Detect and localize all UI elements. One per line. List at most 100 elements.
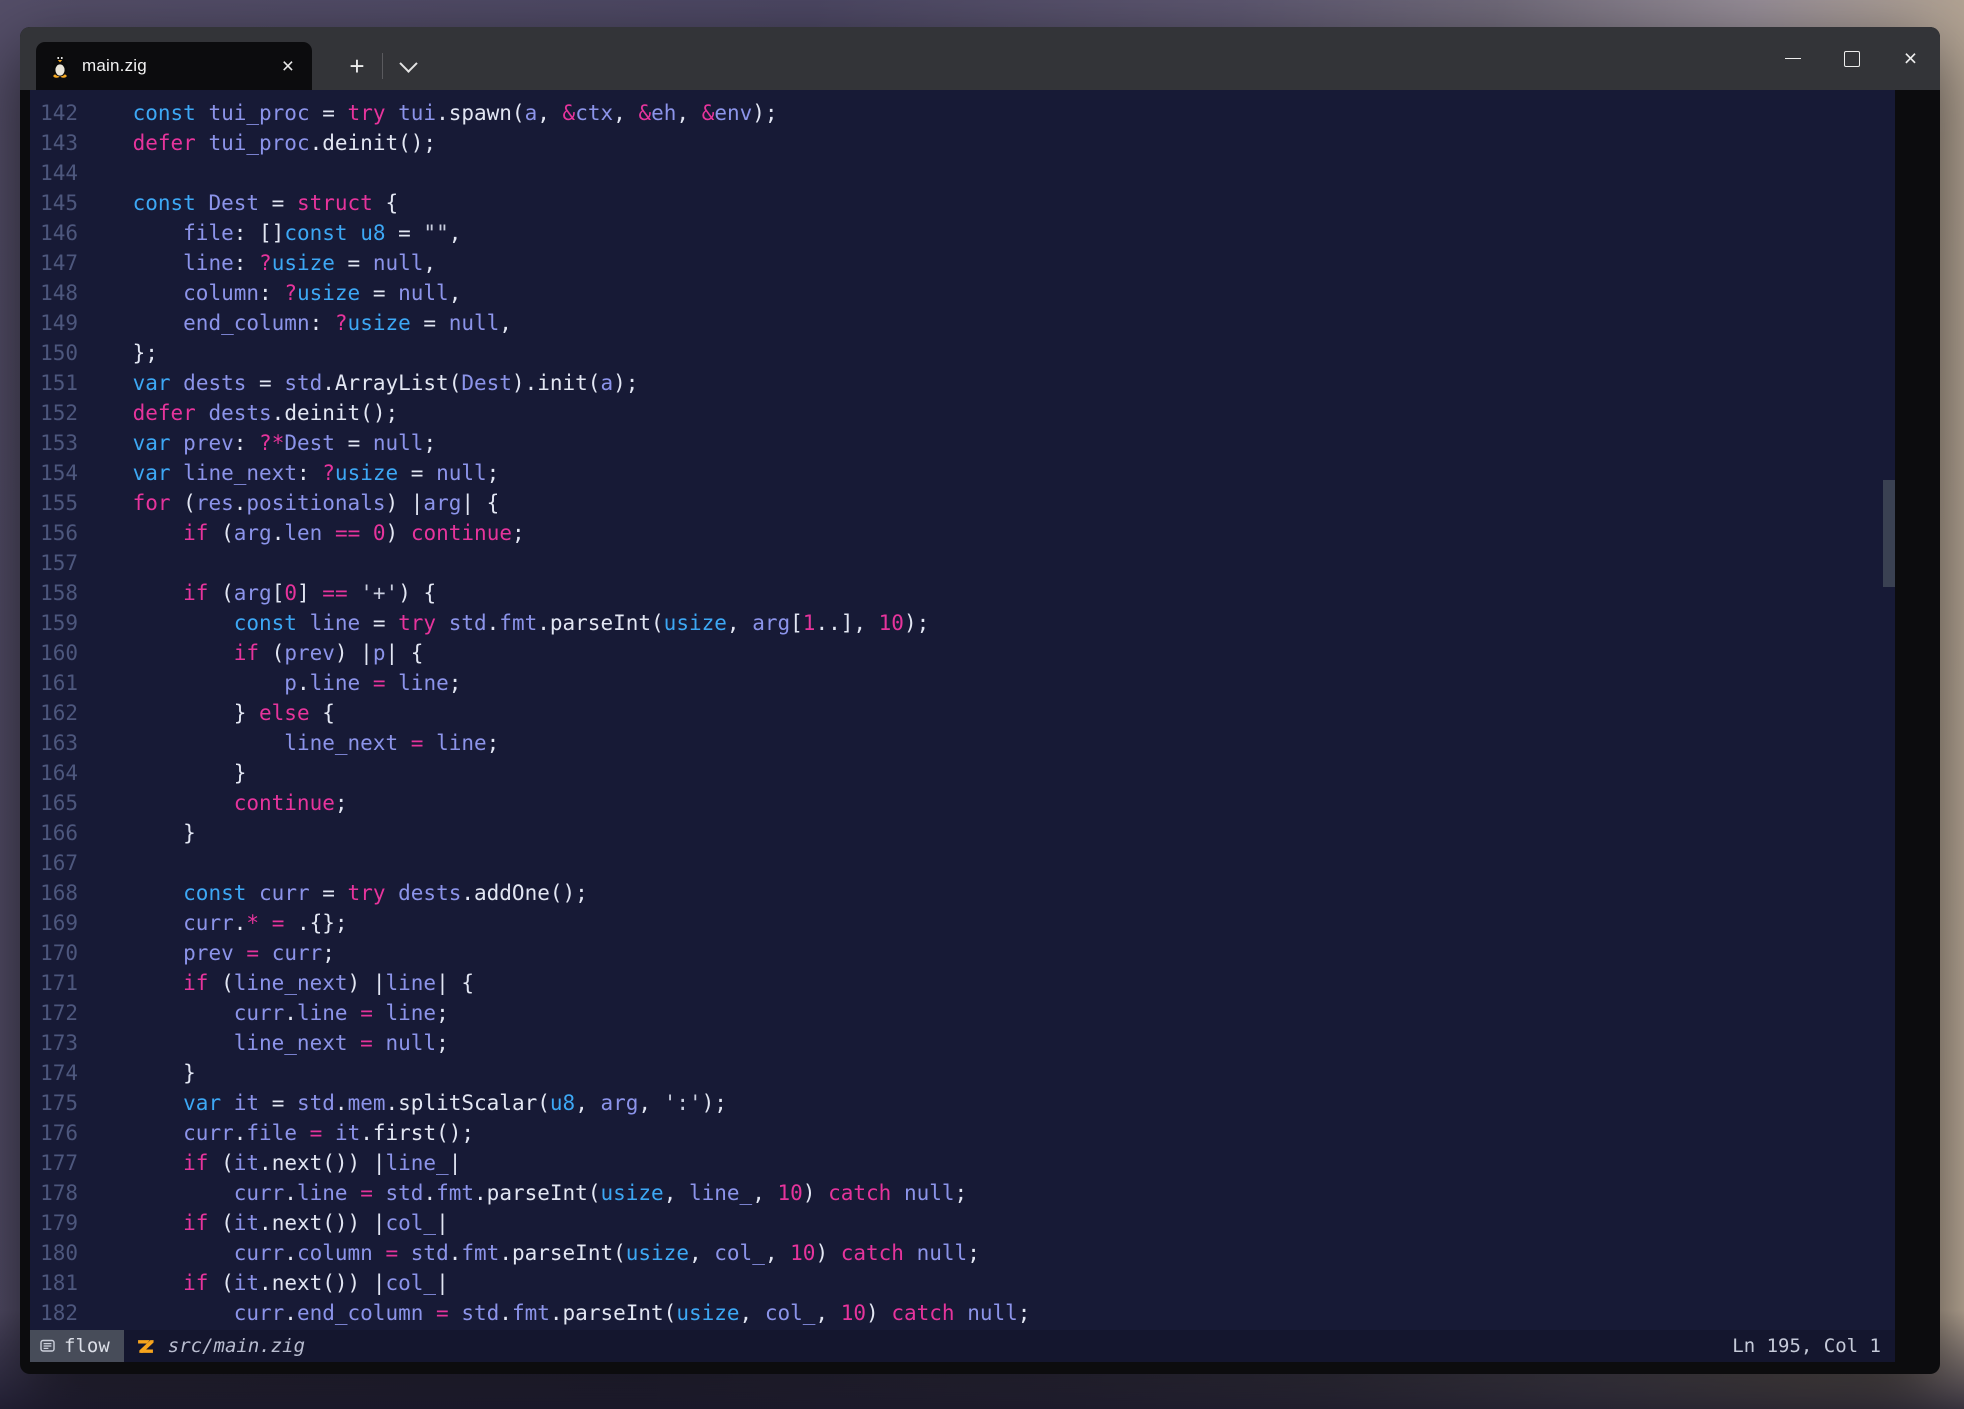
status-bar: flow src/main.zig Ln 195, Col 1 <box>30 1330 1895 1362</box>
code-line: 157 <box>30 548 1895 578</box>
code-line: 143 defer tui_proc.deinit(); <box>30 128 1895 158</box>
code-line: 167 <box>30 848 1895 878</box>
code-text: line_next = null; <box>82 1028 449 1058</box>
code-line: 146 file: []const u8 = "", <box>30 218 1895 248</box>
line-number: 147 <box>30 248 78 278</box>
line-number: 182 <box>30 1298 78 1328</box>
code-text: const tui_proc = try tui.spawn(a, &ctx, … <box>82 98 778 128</box>
line-number: 144 <box>30 158 78 188</box>
code-text: }; <box>82 338 158 368</box>
line-number: 148 <box>30 278 78 308</box>
tab-main-zig[interactable]: main.zig × <box>36 42 312 90</box>
code-text: defer tui_proc.deinit(); <box>82 128 436 158</box>
code-line: 148 column: ?usize = null, <box>30 278 1895 308</box>
tab-title: main.zig <box>82 56 278 76</box>
tux-icon <box>50 54 70 78</box>
line-number: 173 <box>30 1028 78 1058</box>
line-number: 175 <box>30 1088 78 1118</box>
code-line: 169 curr.* = .{}; <box>30 908 1895 938</box>
code-line: 179 if (it.next()) |col_| <box>30 1208 1895 1238</box>
tab-dropdown-button[interactable] <box>390 48 426 84</box>
code-area[interactable]: 142 const tui_proc = try tui.spawn(a, &c… <box>30 98 1895 1328</box>
line-number: 171 <box>30 968 78 998</box>
code-text: } else { <box>82 698 335 728</box>
code-text: line: ?usize = null, <box>82 248 436 278</box>
code-text: if (it.next()) |col_| <box>82 1208 449 1238</box>
code-text: if (arg.len == 0) continue; <box>82 518 525 548</box>
code-line: 150 }; <box>30 338 1895 368</box>
code-text: defer dests.deinit(); <box>82 398 398 428</box>
minimize-icon <box>1785 58 1801 59</box>
new-tab-button[interactable]: + <box>336 48 378 84</box>
code-text: if (prev) |p| { <box>82 638 423 668</box>
code-text: curr.* = .{}; <box>82 908 348 938</box>
line-number: 158 <box>30 578 78 608</box>
code-line: 181 if (it.next()) |col_| <box>30 1268 1895 1298</box>
code-line: 160 if (prev) |p| { <box>30 638 1895 668</box>
close-icon: × <box>1904 47 1917 70</box>
line-number: 167 <box>30 848 78 878</box>
line-number: 160 <box>30 638 78 668</box>
file-path: src/main.zig <box>168 1335 305 1357</box>
terminal-window: main.zig × + × 142 const tui_proc = try … <box>20 27 1940 1374</box>
code-text: continue; <box>82 788 348 818</box>
scrollbar-thumb[interactable] <box>1883 480 1895 587</box>
code-text: } <box>82 758 246 788</box>
code-line: 158 if (arg[0] == '+') { <box>30 578 1895 608</box>
chevron-down-icon <box>399 54 417 72</box>
tab-close-icon[interactable]: × <box>278 56 298 77</box>
code-text: prev = curr; <box>82 938 335 968</box>
maximize-button[interactable] <box>1822 27 1881 90</box>
close-button[interactable]: × <box>1881 27 1940 90</box>
code-text: column: ?usize = null, <box>82 278 461 308</box>
code-text: curr.line = std.fmt.parseInt(usize, line… <box>82 1178 967 1208</box>
line-number: 180 <box>30 1238 78 1268</box>
code-editor[interactable]: 142 const tui_proc = try tui.spawn(a, &c… <box>30 90 1895 1330</box>
code-line: 161 p.line = line; <box>30 668 1895 698</box>
code-line: 159 const line = try std.fmt.parseInt(us… <box>30 608 1895 638</box>
line-number: 159 <box>30 608 78 638</box>
code-text: const line = try std.fmt.parseInt(usize,… <box>82 608 929 638</box>
code-text: if (line_next) |line| { <box>82 968 474 998</box>
flow-app-badge[interactable]: flow <box>30 1330 124 1362</box>
code-text: if (it.next()) |line_| <box>82 1148 461 1178</box>
code-line: 152 defer dests.deinit(); <box>30 398 1895 428</box>
code-text: if (it.next()) |col_| <box>82 1268 449 1298</box>
line-number: 149 <box>30 308 78 338</box>
line-number: 155 <box>30 488 78 518</box>
code-line: 170 prev = curr; <box>30 938 1895 968</box>
line-number: 150 <box>30 338 78 368</box>
code-text: line_next = line; <box>82 728 499 758</box>
code-line: 142 const tui_proc = try tui.spawn(a, &c… <box>30 98 1895 128</box>
code-text: var line_next: ?usize = null; <box>82 458 499 488</box>
code-text: var dests = std.ArrayList(Dest).init(a); <box>82 368 638 398</box>
line-number: 169 <box>30 908 78 938</box>
code-text: end_column: ?usize = null, <box>82 308 512 338</box>
line-number: 172 <box>30 998 78 1028</box>
code-line: 165 continue; <box>30 788 1895 818</box>
title-bar[interactable]: main.zig × + × <box>20 27 1940 90</box>
code-text: } <box>82 1058 196 1088</box>
code-text: p.line = line; <box>82 668 461 698</box>
line-number: 164 <box>30 758 78 788</box>
line-number: 142 <box>30 98 78 128</box>
code-line: 178 curr.line = std.fmt.parseInt(usize, … <box>30 1178 1895 1208</box>
code-line: 168 const curr = try dests.addOne(); <box>30 878 1895 908</box>
minimize-button[interactable] <box>1763 27 1822 90</box>
code-line: 174 } <box>30 1058 1895 1088</box>
code-line: 173 line_next = null; <box>30 1028 1895 1058</box>
code-text: for (res.positionals) |arg| { <box>82 488 499 518</box>
code-line: 156 if (arg.len == 0) continue; <box>30 518 1895 548</box>
code-line: 163 line_next = line; <box>30 728 1895 758</box>
code-line: 171 if (line_next) |line| { <box>30 968 1895 998</box>
line-number: 152 <box>30 398 78 428</box>
code-line: 175 var it = std.mem.splitScalar(u8, arg… <box>30 1088 1895 1118</box>
code-line: 145 const Dest = struct { <box>30 188 1895 218</box>
code-text: curr.file = it.first(); <box>82 1118 474 1148</box>
line-number: 146 <box>30 218 78 248</box>
code-text: var it = std.mem.splitScalar(u8, arg, ':… <box>82 1088 727 1118</box>
code-line: 180 curr.column = std.fmt.parseInt(usize… <box>30 1238 1895 1268</box>
code-line: 147 line: ?usize = null, <box>30 248 1895 278</box>
line-number: 145 <box>30 188 78 218</box>
flow-app-name: flow <box>64 1335 110 1357</box>
